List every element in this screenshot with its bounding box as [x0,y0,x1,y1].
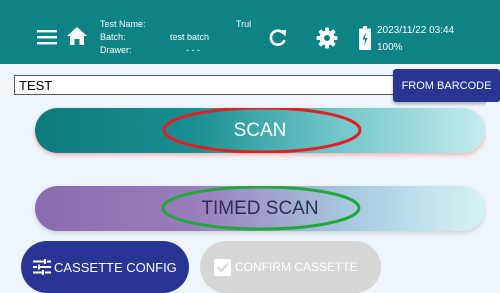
checkbox-icon [214,258,231,276]
tune-icon [33,259,51,275]
confirm-cassette-button[interactable]: CONFIRM CASSETTE [200,241,381,293]
scan-label: SCAN [233,119,287,141]
drawer-value: - - - [186,45,200,55]
scan-button[interactable]: SCAN [35,108,485,153]
right-edge-panel [486,102,500,293]
timed-scan-label: TIMED SCAN [201,197,319,219]
datetime-text: 2023/11/22 03:44 [377,25,455,36]
gear-icon[interactable] [316,27,338,49]
timed-scan-button[interactable]: TIMED SCAN [35,186,485,231]
top-app-bar: Test Name: Trul Batch: test batch Drawer… [0,0,500,64]
confirm-cassette-label: CONFIRM CASSETTE [235,260,358,274]
refresh-icon[interactable] [268,28,288,48]
batch-label: Batch: [100,32,126,42]
from-barcode-label: FROM BARCODE [401,79,492,92]
batch-value: test batch [170,32,210,42]
test-search-input[interactable] [14,75,398,95]
home-icon[interactable] [66,26,88,46]
from-barcode-button[interactable]: FROM BARCODE [393,69,500,102]
test-name-label: Test Name: [100,19,146,29]
test-name-value: Trul [236,19,252,29]
menu-icon[interactable] [37,29,57,45]
battery-percent: 100% [377,42,403,53]
cassette-config-label: CASSETTE CONFIG [54,259,177,275]
cassette-config-button[interactable]: CASSETTE CONFIG [21,241,189,293]
battery-icon [359,26,371,50]
drawer-label: Drawer: [100,45,132,55]
